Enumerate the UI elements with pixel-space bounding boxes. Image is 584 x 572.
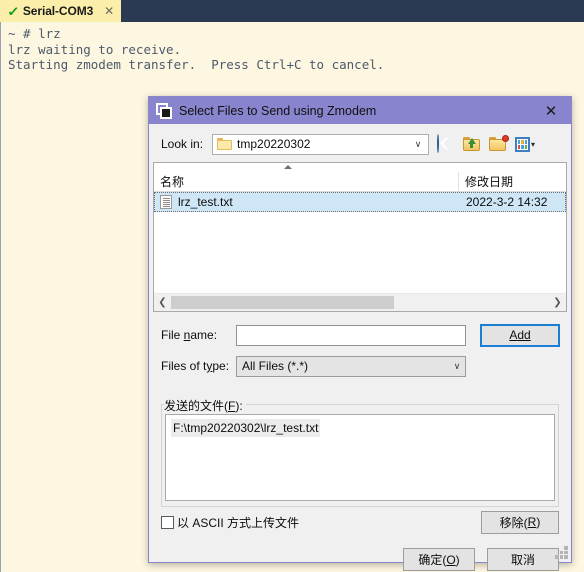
sort-ascending-icon <box>284 165 292 169</box>
file-list-rows: lrz_test.txt 2022-3-2 14:32 <box>154 192 566 212</box>
file-name-label: File name: <box>161 328 218 342</box>
table-row[interactable]: lrz_test.txt 2022-3-2 14:32 <box>154 192 566 212</box>
new-folder-button[interactable] <box>489 134 510 154</box>
window-icon <box>156 102 172 119</box>
resize-grip-icon[interactable] <box>555 546 568 559</box>
scrollbar-thumb[interactable] <box>171 296 394 309</box>
dialog-button-bar: 确定(O) 取消 <box>403 548 559 571</box>
column-header-name[interactable]: 名称 <box>154 172 459 191</box>
file-type-label: Files of type: <box>161 359 230 373</box>
send-files-list[interactable]: F:\tmp20220302\lrz_test.txt <box>165 414 555 501</box>
look-in-combo[interactable]: tmp20220302 ∨ <box>212 133 430 155</box>
terminal-text: ~ # lrz lrz waiting to receive. Starting… <box>8 26 385 72</box>
chevron-down-icon[interactable]: ∨ <box>410 139 426 150</box>
file-list-header: 名称 修改日期 <box>154 172 566 192</box>
ascii-row: 以 ASCII 方式上传文件 移除(R) <box>161 509 559 535</box>
file-name-cell: lrz_test.txt <box>155 195 460 209</box>
ascii-checkbox-label: 以 ASCII 方式上传文件 <box>177 515 300 530</box>
cancel-button[interactable]: 取消 <box>487 548 559 571</box>
add-button[interactable]: Add <box>480 323 560 347</box>
chevron-down-icon[interactable]: ∨ <box>449 361 465 372</box>
text-file-icon <box>160 195 172 209</box>
dialog-body: Look in: tmp20220302 ∨ ▾ 名称 修改日期 lrz_tes… <box>149 124 573 571</box>
back-button[interactable] <box>437 133 456 154</box>
file-modified-cell: 2022-3-2 14:32 <box>466 195 548 209</box>
sort-indicator-bar <box>154 163 566 172</box>
look-in-label: Look in: <box>161 137 204 151</box>
list-item[interactable]: F:\tmp20220302\lrz_test.txt <box>171 419 321 437</box>
file-type-combo[interactable]: All Files (*.*) ∨ <box>236 355 466 377</box>
file-name-input[interactable] <box>236 324 466 346</box>
tab-strip: ✓ Serial-COM3 ✕ <box>0 0 584 22</box>
up-one-level-button[interactable] <box>463 135 482 154</box>
file-type-value: All Files (*.*) <box>242 359 309 373</box>
close-icon[interactable]: ✕ <box>531 97 571 124</box>
views-button[interactable]: ▾ <box>515 135 540 154</box>
navigation-toolbar: ▾ <box>437 133 540 154</box>
file-type-row: Files of type: All Files (*.*) ∨ <box>149 355 573 377</box>
scroll-left-icon[interactable]: ❮ <box>154 294 171 311</box>
file-list[interactable]: 名称 修改日期 lrz_test.txt 2022-3-2 14:32 ❮ ❯ <box>153 162 567 312</box>
send-files-group: 发送的文件(F): F:\tmp20220302\lrz_test.txt <box>161 397 559 507</box>
dialog-titlebar[interactable]: Select Files to Send using Zmodem ✕ <box>149 97 571 124</box>
folder-icon <box>217 138 233 150</box>
look-in-row: Look in: tmp20220302 ∨ ▾ <box>149 132 573 156</box>
close-icon[interactable]: ✕ <box>104 5 114 17</box>
horizontal-scrollbar[interactable]: ❮ ❯ <box>154 293 566 311</box>
back-icon <box>437 133 440 153</box>
send-files-legend: 发送的文件(F): <box>164 397 246 414</box>
ascii-checkbox[interactable]: 以 ASCII 方式上传文件 <box>161 514 306 531</box>
tab-serial-com3[interactable]: ✓ Serial-COM3 ✕ <box>0 0 122 22</box>
ok-button[interactable]: 确定(O) <box>403 548 475 571</box>
column-header-modified[interactable]: 修改日期 <box>459 172 566 191</box>
scroll-right-icon[interactable]: ❯ <box>549 294 566 311</box>
file-name-row: File name: Add <box>149 323 573 347</box>
dialog-title: Select Files to Send using Zmodem <box>179 103 377 118</box>
check-icon: ✓ <box>7 3 20 19</box>
zmodem-file-dialog: Select Files to Send using Zmodem ✕ Look… <box>148 96 573 571</box>
file-name-text: lrz_test.txt <box>178 195 233 209</box>
chevron-down-icon[interactable]: ▾ <box>531 140 535 149</box>
remove-button[interactable]: 移除(R) <box>481 510 559 534</box>
look-in-value: tmp20220302 <box>237 137 311 151</box>
views-icon <box>515 136 531 152</box>
tab-label: Serial-COM3 <box>22 4 94 18</box>
new-folder-icon <box>502 134 510 142</box>
checkbox-icon[interactable] <box>161 515 174 529</box>
